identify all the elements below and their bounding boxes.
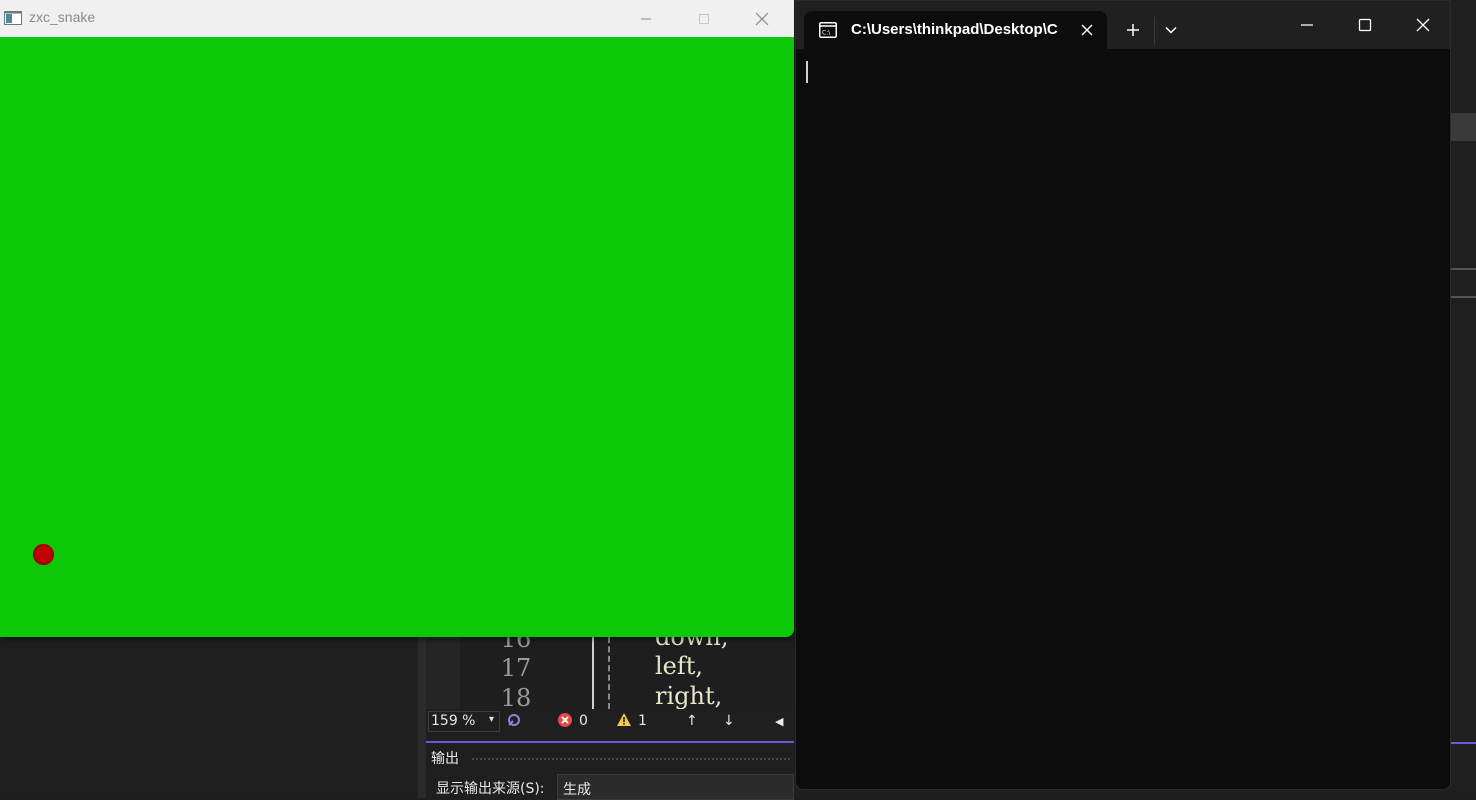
chevron-down-icon[interactable]: ▾ (489, 714, 494, 725)
error-icon[interactable] (557, 712, 573, 732)
line-number: 18 (500, 684, 532, 709)
panel-grip[interactable] (471, 757, 791, 761)
game-title-bar[interactable]: zxc_snake (0, 0, 794, 37)
svg-text:C:\: C:\ (822, 30, 831, 37)
terminal-title-bar[interactable]: C:\ C:\Users\thinkpad\Desktop\C (796, 1, 1450, 49)
editor-margin-line (592, 637, 594, 709)
health-indicator-icon[interactable] (506, 712, 522, 732)
chevron-down-icon (1165, 26, 1177, 34)
output-source-label: 显示输出来源(S): (436, 781, 545, 797)
minimize-icon (641, 18, 651, 19)
maximize-button[interactable] (675, 0, 733, 37)
divider (1451, 296, 1476, 298)
line-number: 16 (500, 637, 532, 653)
scroll-left-icon[interactable]: ◀ (775, 715, 783, 728)
window-title: zxc_snake (29, 9, 96, 25)
arrow-down-icon[interactable]: ↓ (723, 713, 735, 729)
terminal-window: C:\ C:\Users\thinkpad\Desktop\C (795, 0, 1451, 790)
terminal-tab-title: C:\Users\thinkpad\Desktop\C (851, 21, 1058, 38)
code-line[interactable]: right, (655, 682, 722, 709)
minimize-icon (1301, 24, 1313, 26)
output-source-dropdown[interactable]: 生成 (557, 774, 794, 800)
editor-gutter (426, 637, 460, 709)
zoom-level: 159 % (431, 713, 476, 729)
divider (1154, 17, 1155, 45)
divider (1451, 268, 1476, 270)
game-window: zxc_snake (0, 0, 794, 637)
indent-guide (608, 637, 610, 709)
editor-status-bar: 159 % ▾ 0 1 ↑ ↓ ◀ (426, 709, 794, 733)
snake-food (33, 544, 54, 565)
maximize-icon (699, 13, 709, 24)
code-editor[interactable]: 16 17 18 down, left, right, (426, 637, 794, 709)
error-count: 0 (579, 713, 588, 729)
output-panel-title[interactable]: 输出 (431, 748, 459, 768)
ide-splitter[interactable] (418, 637, 426, 798)
command-prompt-icon: C:\ (819, 22, 837, 42)
minimize-button[interactable] (1278, 1, 1336, 49)
output-panel: 输出 显示输出来源(S): 生成 (426, 741, 794, 800)
arrow-up-icon[interactable]: ↑ (686, 713, 698, 729)
tab-close-button[interactable] (1075, 20, 1099, 40)
terminal-tab[interactable]: C:\ C:\Users\thinkpad\Desktop\C (804, 11, 1107, 49)
app-window-icon (4, 10, 22, 25)
divider (1451, 742, 1476, 744)
new-tab-button[interactable] (1118, 16, 1148, 44)
warning-count: 1 (638, 713, 647, 729)
game-canvas[interactable] (0, 37, 794, 637)
code-line[interactable]: down, (655, 637, 728, 651)
tab-dropdown-button[interactable] (1158, 16, 1184, 44)
maximize-button[interactable] (1336, 1, 1394, 49)
line-number: 17 (500, 654, 532, 682)
close-button[interactable] (733, 0, 791, 37)
warning-icon[interactable] (616, 712, 632, 732)
close-icon (755, 12, 769, 25)
plus-icon (1127, 24, 1139, 36)
output-source-value: 生成 (563, 782, 591, 798)
close-button[interactable] (1394, 1, 1450, 49)
close-icon (1081, 24, 1093, 36)
ide-solution-panel (0, 637, 418, 798)
code-line[interactable]: left, (655, 652, 703, 680)
terminal-cursor[interactable] (806, 61, 808, 83)
maximize-icon (1358, 18, 1372, 32)
ide-right-tab[interactable] (1451, 113, 1476, 141)
minimize-button[interactable] (617, 0, 675, 37)
close-icon (1416, 18, 1430, 32)
